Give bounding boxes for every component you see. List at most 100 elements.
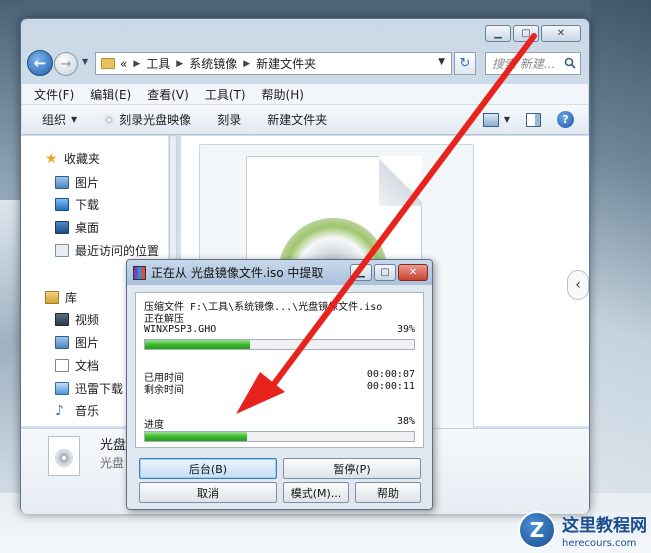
page-fold-icon	[379, 156, 422, 206]
view-icon	[482, 112, 499, 127]
burn-disc-image-button[interactable]: 刻录光盘映像	[103, 111, 191, 128]
downloads-icon	[55, 198, 69, 211]
address-bar[interactable]: « ▶ 工具 ▶ 系统镜像 ▶ 新建文件夹 ▼	[95, 52, 452, 75]
breadcrumb-separator-icon: ▶	[243, 58, 251, 69]
dialog-window-controls: ▁ ▢ ✕	[350, 264, 428, 281]
nav-item-documents[interactable]: 文档	[55, 357, 99, 374]
breadcrumb-separator-icon: ▶	[133, 58, 141, 69]
breadcrumb-item-new-folder[interactable]: 新建文件夹	[256, 55, 316, 72]
close-button[interactable]: ✕	[541, 25, 581, 42]
nav-libraries-label: 库	[65, 291, 78, 305]
remaining-time-label: 剩余时间	[144, 385, 184, 396]
breadcrumb-item-system-images[interactable]: 系统镜像	[189, 55, 237, 72]
cancel-button[interactable]: 取消	[139, 482, 277, 503]
nav-item-videos[interactable]: 视频	[55, 311, 99, 328]
nav-item-label: 迅雷下载	[75, 382, 124, 396]
menu-tools[interactable]: 工具(T)	[205, 86, 246, 103]
command-bar: 组织 ▼ 刻录光盘映像 刻录 新建文件夹 ▼ ?	[22, 105, 588, 135]
nav-item-recent-places[interactable]: 最近访问的位置	[55, 242, 159, 259]
background-button[interactable]: 后台(B)	[139, 458, 277, 479]
details-file-type: 光盘	[100, 456, 125, 470]
pictures-icon	[55, 336, 69, 349]
menu-file[interactable]: 文件(F)	[34, 86, 74, 103]
burn-disc-image-label: 刻录光盘映像	[119, 113, 192, 127]
preview-toggle-button[interactable]: ‹	[567, 270, 589, 300]
watermark-url: herecours.com	[562, 538, 637, 549]
help-icon[interactable]: ?	[557, 111, 574, 128]
site-logo-icon: Z	[518, 511, 556, 549]
minimize-button[interactable]: ▁	[485, 25, 511, 42]
nav-favorites[interactable]: ★ 收藏夹	[45, 150, 100, 167]
remaining-time-value: 00:00:11	[366, 381, 415, 392]
nav-item-downloads[interactable]: 下载	[55, 196, 99, 213]
total-progress-fill	[145, 432, 248, 441]
nav-item-desktop[interactable]: 桌面	[55, 219, 99, 236]
elapsed-time-value: 00:00:07	[366, 369, 415, 380]
window-controls: ▁ ▢ ✕	[485, 25, 581, 42]
help-button[interactable]: 帮助	[355, 482, 421, 503]
music-note-icon: ♪	[55, 402, 64, 419]
address-dropdown-icon[interactable]: ▼	[438, 57, 445, 67]
new-folder-button[interactable]: 新建文件夹	[267, 111, 327, 128]
recent-places-icon	[55, 244, 69, 257]
menu-edit[interactable]: 编辑(E)	[90, 86, 131, 103]
nav-item-library-pictures[interactable]: 图片	[55, 334, 99, 351]
nav-item-pictures[interactable]: 图片	[55, 174, 99, 191]
total-progress-percent: 38%	[396, 416, 415, 427]
organize-button[interactable]: 组织 ▼	[42, 111, 77, 128]
dialog-titlebar[interactable]: 正在从 光盘镜像文件.iso 中提取 ▁ ▢ ✕	[127, 260, 432, 285]
extraction-status-panel: 压缩文件 F:\工具\系统镜像...\光盘镜像文件.iso 正在解压 WINXP…	[135, 292, 424, 448]
star-icon: ★	[45, 150, 58, 167]
nav-favorites-label: 收藏夹	[64, 152, 101, 166]
recent-pages-dropdown[interactable]: ▼	[82, 57, 88, 66]
mode-button[interactable]: 模式(M)...	[283, 482, 349, 503]
search-input[interactable]: 搜索 新建...	[485, 52, 581, 75]
burn-label: 刻录	[217, 113, 242, 127]
nav-item-music[interactable]: ♪ 音乐	[55, 402, 99, 419]
organize-label: 组织	[42, 113, 67, 127]
file-progress-fill	[145, 340, 250, 349]
video-icon	[55, 313, 69, 326]
view-controls: ▼ ?	[482, 111, 574, 128]
document-icon	[55, 359, 69, 372]
current-file-name: WINXPSP3.GHO	[144, 324, 217, 335]
back-arrow-icon: ←	[33, 54, 47, 72]
site-watermark: Z 这里教程网 herecours.com	[518, 511, 647, 549]
details-file-name: 光盘	[100, 438, 127, 453]
menu-view[interactable]: 查看(V)	[147, 86, 189, 103]
breadcrumb-overflow[interactable]: «	[120, 57, 127, 71]
library-icon	[45, 291, 59, 304]
watermark-title: 这里教程网	[562, 516, 647, 536]
burn-button[interactable]: 刻录	[217, 111, 241, 128]
total-progress-bar	[144, 431, 415, 442]
dialog-minimize-button[interactable]: ▁	[350, 264, 372, 281]
change-view-button[interactable]: ▼	[482, 112, 510, 127]
desktop-background-right	[591, 0, 651, 553]
nav-item-label: 桌面	[75, 221, 100, 235]
winrar-icon	[133, 265, 146, 280]
breadcrumb-item-tools[interactable]: 工具	[146, 55, 170, 72]
maximize-button[interactable]: ▢	[513, 25, 539, 42]
breadcrumb-separator-icon: ▶	[176, 58, 184, 69]
back-button[interactable]: ←	[27, 50, 53, 76]
menu-bar: 文件(F) 编辑(E) 查看(V) 工具(T) 帮助(H)	[22, 84, 588, 105]
dialog-close-button[interactable]: ✕	[398, 264, 428, 281]
preview-pane-icon[interactable]	[526, 112, 541, 127]
total-progress-label: 进度	[144, 420, 164, 431]
disc-image-icon	[48, 436, 80, 476]
forward-button[interactable]: →	[54, 52, 78, 76]
thunder-download-icon	[55, 382, 69, 395]
dialog-maximize-button[interactable]: ▢	[374, 264, 396, 281]
nav-libraries[interactable]: 库	[45, 289, 77, 306]
menu-help[interactable]: 帮助(H)	[262, 86, 304, 103]
folder-icon	[101, 58, 115, 69]
refresh-button[interactable]: ↻	[454, 52, 476, 75]
dialog-title: 正在从 光盘镜像文件.iso 中提取	[151, 266, 324, 280]
pause-button[interactable]: 暂停(P)	[283, 458, 421, 479]
chevron-down-icon: ▼	[503, 115, 510, 124]
desktop-icon	[55, 221, 69, 234]
nav-item-thunder-downloads[interactable]: 迅雷下载	[55, 380, 123, 397]
current-file-percent: 39%	[396, 324, 415, 335]
search-placeholder: 搜索 新建...	[492, 57, 556, 71]
address-row: ← → ▼ « ▶ 工具 ▶ 系统镜像 ▶ 新建文件夹 ▼ ↻ 搜索 新建...	[27, 49, 583, 77]
